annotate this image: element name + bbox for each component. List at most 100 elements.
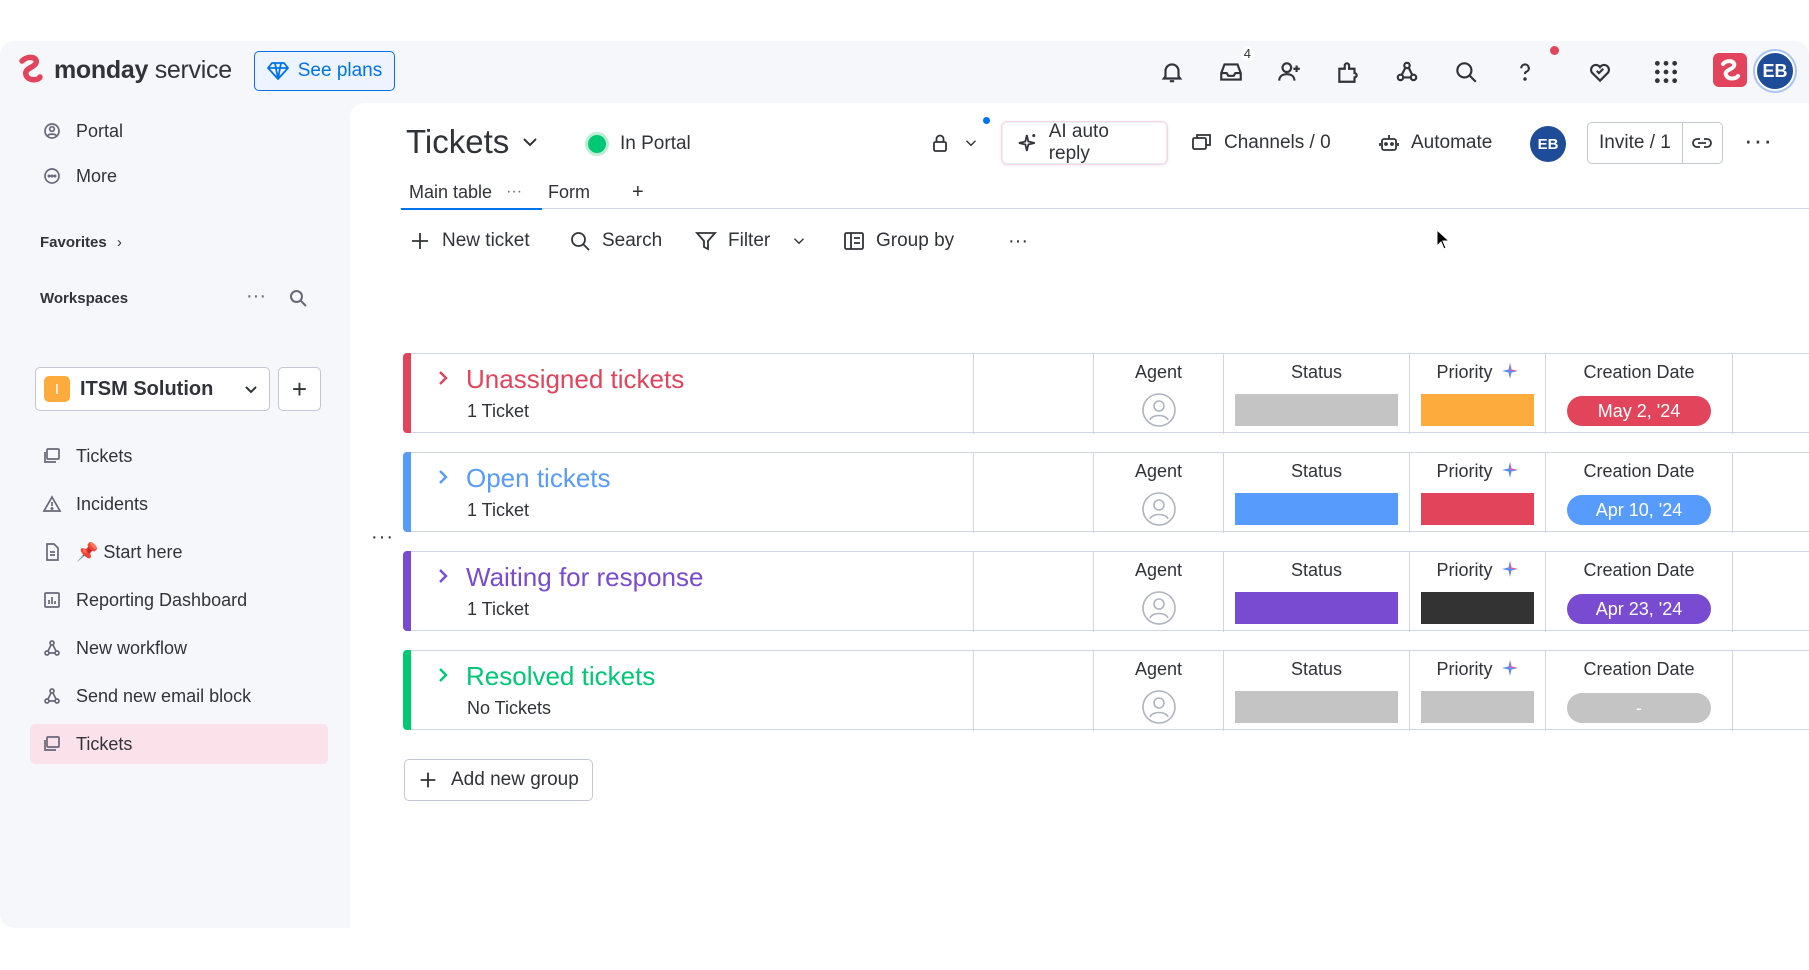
sidebar-item-incidents[interactable]: Incidents bbox=[30, 484, 328, 524]
priority-column-header[interactable]: Priority bbox=[1410, 560, 1545, 581]
column-divider bbox=[973, 651, 974, 731]
user-avatar[interactable]: EB bbox=[1755, 51, 1795, 91]
sidebar-item-portal[interactable]: Portal bbox=[30, 111, 328, 151]
creation-date-column-header[interactable]: Creation Date bbox=[1546, 362, 1732, 383]
copy-link-icon bbox=[1692, 138, 1712, 148]
priority-cell[interactable] bbox=[1421, 691, 1534, 723]
help-icon[interactable] bbox=[1510, 57, 1540, 87]
expand-group-chevron-icon[interactable] bbox=[433, 665, 453, 685]
notifications-bell-icon[interactable] bbox=[1157, 57, 1187, 87]
logo[interactable]: monday service bbox=[18, 53, 232, 87]
creation-date-column-header[interactable]: Creation Date bbox=[1546, 659, 1732, 680]
sidebar-item-start-here[interactable]: 📌 Start here bbox=[30, 532, 328, 572]
group-color-bar bbox=[403, 551, 411, 631]
expand-group-chevron-icon[interactable] bbox=[433, 467, 453, 487]
agent-column-header[interactable]: Agent bbox=[1094, 560, 1223, 581]
integrations-icon[interactable] bbox=[1392, 57, 1422, 87]
creation-date-pill[interactable]: - bbox=[1567, 693, 1711, 723]
creation-date-pill[interactable]: Apr 23, '24 bbox=[1567, 594, 1711, 624]
product-switcher-icon[interactable] bbox=[1713, 53, 1747, 87]
group-name[interactable]: Open tickets bbox=[466, 463, 611, 494]
tab-main-table[interactable]: Main table ··· bbox=[400, 175, 543, 210]
person-placeholder-icon[interactable] bbox=[1141, 392, 1177, 428]
group-by-button[interactable]: Group by bbox=[842, 221, 954, 261]
person-placeholder-icon[interactable] bbox=[1141, 689, 1177, 725]
add-workspace-item-button[interactable]: + bbox=[278, 367, 321, 411]
plus-icon: + bbox=[291, 373, 308, 404]
board-options-icon[interactable]: ··· bbox=[1744, 125, 1773, 156]
app-window: monday service See plans 4 EB Portal Mor… bbox=[0, 41, 1809, 928]
status-cell[interactable] bbox=[1235, 394, 1398, 426]
ai-auto-reply-button[interactable]: AI auto reply bbox=[1002, 121, 1167, 164]
apps-grid-icon[interactable] bbox=[1651, 57, 1681, 87]
group-header-row: Open tickets 1 Ticket Agent Status Prior… bbox=[411, 452, 1809, 533]
board-member-avatar[interactable]: EB bbox=[1530, 126, 1566, 162]
board-title[interactable]: Tickets bbox=[406, 123, 539, 161]
search-button[interactable]: Search bbox=[568, 221, 662, 261]
ticket-group: Open tickets 1 Ticket Agent Status Prior… bbox=[403, 452, 1809, 533]
status-column-header[interactable]: Status bbox=[1224, 659, 1409, 680]
inbox-icon[interactable]: 4 bbox=[1216, 46, 1254, 87]
person-placeholder-icon[interactable] bbox=[1141, 491, 1177, 527]
toolbar-more-icon[interactable]: ··· bbox=[1008, 221, 1028, 261]
board-permissions-button[interactable] bbox=[928, 122, 980, 164]
priority-column-header[interactable]: Priority bbox=[1410, 659, 1545, 680]
filter-button[interactable]: Filter bbox=[694, 221, 808, 261]
status-column-header[interactable]: Status bbox=[1224, 560, 1409, 581]
invite-button[interactable]: Invite / 1 bbox=[1587, 122, 1723, 164]
board-title-text: Tickets bbox=[406, 123, 510, 160]
automate-button[interactable]: Automate bbox=[1377, 122, 1492, 164]
person-placeholder-icon[interactable] bbox=[1141, 590, 1177, 626]
dashboard-icon bbox=[44, 592, 60, 608]
expand-group-chevron-icon[interactable] bbox=[433, 368, 453, 388]
agent-column-header[interactable]: Agent bbox=[1094, 659, 1223, 680]
heart-icon[interactable] bbox=[1585, 57, 1615, 87]
tab-options-icon[interactable]: ··· bbox=[506, 183, 522, 201]
status-cell[interactable] bbox=[1235, 691, 1398, 723]
sidebar-item-tickets-active[interactable]: Tickets bbox=[30, 724, 328, 764]
sidebar-item-new-workflow[interactable]: New workflow bbox=[30, 628, 328, 668]
sidebar-item-reporting-dashboard[interactable]: Reporting Dashboard bbox=[30, 580, 328, 620]
workspaces-options-icon[interactable]: ··· bbox=[246, 285, 266, 308]
favorites-heading[interactable]: Favorites › bbox=[40, 234, 122, 251]
search-icon[interactable] bbox=[1451, 57, 1481, 87]
tab-label: Form bbox=[548, 181, 590, 202]
group-name[interactable]: Resolved tickets bbox=[466, 661, 655, 692]
apps-marketplace-icon[interactable] bbox=[1333, 57, 1363, 87]
sidebar-item-tickets[interactable]: Tickets bbox=[30, 436, 328, 476]
add-new-group-button[interactable]: Add new group bbox=[404, 759, 593, 801]
status-column-header[interactable]: Status bbox=[1224, 362, 1409, 383]
ai-sparkle-icon bbox=[1501, 363, 1518, 379]
priority-cell[interactable] bbox=[1421, 394, 1534, 426]
see-plans-button[interactable]: See plans bbox=[254, 51, 395, 91]
portal-status[interactable]: In Portal bbox=[588, 133, 691, 155]
creation-date-pill[interactable]: Apr 10, '24 bbox=[1567, 495, 1711, 525]
creation-date-pill[interactable]: May 2, '24 bbox=[1567, 396, 1711, 426]
sidebar-item-send-new-email-block[interactable]: Send new email block bbox=[30, 676, 328, 716]
priority-column-header[interactable]: Priority bbox=[1410, 362, 1545, 383]
status-cell[interactable] bbox=[1235, 493, 1398, 525]
priority-cell[interactable] bbox=[1421, 592, 1534, 624]
priority-cell[interactable] bbox=[1421, 493, 1534, 525]
workspace-search-icon[interactable] bbox=[288, 288, 308, 308]
agent-column-header[interactable]: Agent bbox=[1094, 461, 1223, 482]
priority-column-header[interactable]: Priority bbox=[1410, 461, 1545, 482]
expand-group-chevron-icon[interactable] bbox=[433, 566, 453, 586]
add-view-button[interactable]: + bbox=[632, 175, 644, 209]
status-column-header[interactable]: Status bbox=[1224, 461, 1409, 482]
column-divider bbox=[973, 354, 974, 434]
status-cell[interactable] bbox=[1235, 592, 1398, 624]
group-name[interactable]: Waiting for response bbox=[466, 562, 703, 593]
invite-members-icon[interactable] bbox=[1274, 57, 1304, 87]
creation-date-column-header[interactable]: Creation Date bbox=[1546, 461, 1732, 482]
tab-form[interactable]: Form bbox=[548, 175, 590, 209]
group-header-row: Waiting for response 1 Ticket Agent Stat… bbox=[411, 551, 1809, 632]
creation-date-column-header[interactable]: Creation Date bbox=[1546, 560, 1732, 581]
new-ticket-button[interactable]: New ticket bbox=[408, 221, 530, 261]
sidebar-item-more[interactable]: More bbox=[30, 156, 328, 196]
channels-button[interactable]: Channels / 0 bbox=[1190, 122, 1331, 164]
agent-column-header[interactable]: Agent bbox=[1094, 362, 1223, 383]
workspace-select[interactable]: I ITSM Solution bbox=[35, 367, 270, 411]
group-row-options-icon[interactable]: ··· bbox=[371, 526, 394, 549]
group-name[interactable]: Unassigned tickets bbox=[466, 364, 684, 395]
